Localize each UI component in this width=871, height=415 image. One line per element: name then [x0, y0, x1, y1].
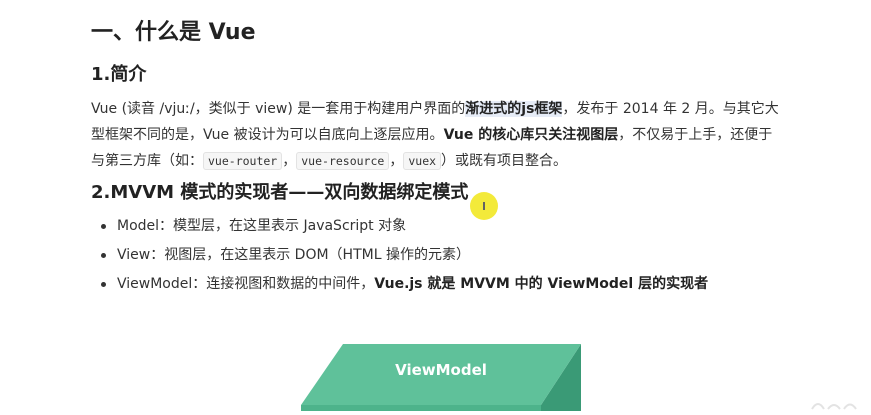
- sep-2: ，: [389, 153, 404, 169]
- section-intro-title: 1.简介: [91, 64, 147, 85]
- cursor-highlight-icon: [470, 192, 498, 220]
- list-item-bold: Vue.js 就是 MVVM 中的 ViewModel 层的实现者: [374, 276, 709, 292]
- list-item-text: ViewModel：连接视图和数据的中间件，: [117, 276, 375, 292]
- list-item-view: View：视图层，在这里表示 DOM（HTML 操作的元素）: [91, 241, 708, 270]
- viewmodel-diagram: ViewModel: [301, 344, 581, 411]
- list-item-model: Model：模型层，在这里表示 JavaScript 对象: [91, 212, 708, 241]
- intro-text-4: ）或既有项目整合。: [441, 153, 568, 169]
- intro-paragraph: Vue (读音 /vjuː/，类似于 view) 是一套用于构建用户界面的渐进式…: [91, 96, 781, 174]
- intro-bold-2: Vue 的核心库只关注视图层: [443, 127, 619, 143]
- list-item-text: Model：模型层，在这里表示 JavaScript 对象: [117, 218, 407, 234]
- bullet-icon: [101, 224, 106, 229]
- code-vuex: vuex: [403, 152, 442, 170]
- mvvm-list: Model：模型层，在这里表示 JavaScript 对象 View：视图层，在…: [91, 212, 708, 299]
- viewmodel-label: ViewModel: [395, 361, 487, 379]
- code-vue-resource: vue-resource: [296, 152, 390, 170]
- watermark-icon: [811, 403, 857, 410]
- page-title: 一、什么是 Vue: [91, 20, 256, 45]
- intro-bold-1: 渐进式的js框架: [465, 101, 563, 117]
- sep-1: ，: [282, 153, 297, 169]
- bullet-icon: [101, 253, 106, 258]
- list-item-viewmodel: ViewModel：连接视图和数据的中间件，Vue.js 就是 MVVM 中的 …: [91, 270, 708, 299]
- list-item-text: View：视图层，在这里表示 DOM（HTML 操作的元素）: [117, 247, 470, 263]
- bullet-icon: [101, 282, 106, 287]
- intro-text-1: Vue (读音 /vjuː/，类似于 view) 是一套用于构建用户界面的: [91, 101, 466, 117]
- code-vue-router: vue-router: [203, 152, 283, 170]
- section-mvvm-title: 2.MVVM 模式的实现者——双向数据绑定模式: [91, 182, 469, 203]
